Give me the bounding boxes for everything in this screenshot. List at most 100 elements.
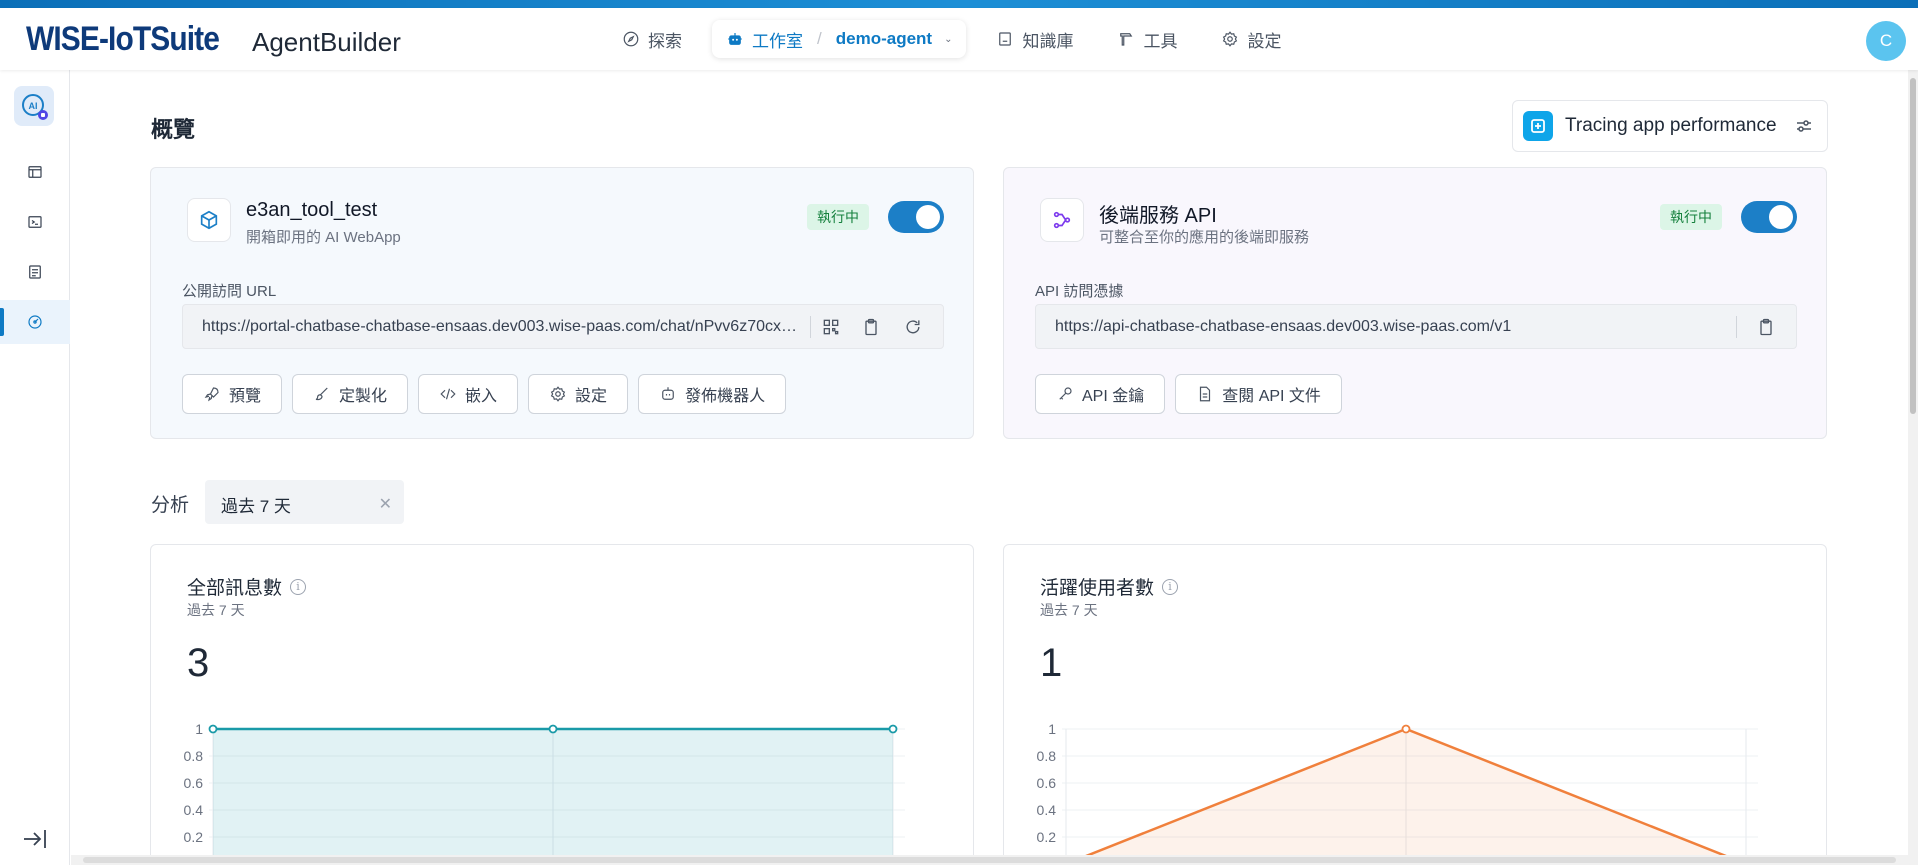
left-sidebar: AI xyxy=(0,70,70,865)
api-url-value[interactable]: https://api-chatbase-chatbase-ensaas.dev… xyxy=(1055,318,1715,336)
document-list-icon xyxy=(29,265,41,279)
robot-icon xyxy=(728,33,742,45)
time-range-select[interactable]: 過去 7 天 ✕ xyxy=(205,480,404,524)
chart-title-text: 全部訊息數 xyxy=(187,578,283,599)
chart-title: 全部訊息數 i xyxy=(187,573,307,600)
info-icon[interactable]: i xyxy=(290,578,307,595)
data-point xyxy=(548,724,558,734)
terminal-icon xyxy=(28,216,42,228)
webapp-card: e3an_tool_test 開箱即用的 AI WebApp 執行中 公開訪問 … xyxy=(150,167,974,439)
breadcrumb-separator: / xyxy=(817,29,822,48)
api-key-label: API 金鑰 xyxy=(1082,388,1145,405)
chart-title: 活躍使用者數 i xyxy=(1040,573,1179,600)
api-flow-icon xyxy=(1040,198,1084,242)
agent-app-icon[interactable]: AI xyxy=(14,86,54,126)
clipboard-icon[interactable] xyxy=(1756,317,1776,337)
active-users-chart-card: 活躍使用者數 i 過去 7 天 1 1 0.8 0.6 0.4 0.2 xyxy=(1003,544,1827,855)
nav-tools[interactable]: 工具 xyxy=(1095,20,1199,58)
brush-icon xyxy=(315,387,328,401)
clipboard-icon[interactable] xyxy=(861,317,881,337)
y-tick-label: 0.8 xyxy=(184,748,204,764)
publish-bot-label: 發佈機器人 xyxy=(685,388,766,405)
api-enable-toggle[interactable] xyxy=(1741,201,1797,233)
sidebar-item-logs[interactable] xyxy=(0,250,70,294)
y-tick-label: 0.2 xyxy=(184,829,204,845)
divider xyxy=(1736,316,1737,338)
api-actions: API 金鑰 查閱 API 文件 xyxy=(1035,374,1342,414)
nav-settings[interactable]: 設定 xyxy=(1199,20,1303,58)
analysis-heading: 分析 xyxy=(151,495,190,516)
divider xyxy=(810,316,811,338)
api-url-field[interactable]: https://api-chatbase-chatbase-ensaas.dev… xyxy=(1035,304,1797,349)
tracing-performance-button[interactable]: Tracing app performance xyxy=(1512,100,1828,152)
brand-logo[interactable]: WISE-IoTSuite xyxy=(26,20,220,59)
chevron-down-icon[interactable]: ⌄ xyxy=(944,34,952,45)
api-credential-label: API 訪問憑據 xyxy=(1035,283,1124,300)
svg-text:AI: AI xyxy=(29,101,38,111)
agent-selector[interactable]: demo-agent xyxy=(836,29,932,49)
bot-icon xyxy=(662,387,674,400)
embed-button[interactable]: 嵌入 xyxy=(418,374,519,414)
sidebar-item-orchestrate[interactable] xyxy=(0,150,70,194)
nav-knowledge[interactable]: 知識庫 xyxy=(974,20,1095,58)
sidebar-expand-button[interactable] xyxy=(20,824,50,854)
public-url-value[interactable]: https://portal-chatbase-chatbase-ensaas.… xyxy=(202,318,802,336)
chart-subtitle: 過去 7 天 xyxy=(1040,602,1098,618)
info-icon[interactable]: i xyxy=(1162,578,1179,595)
expand-right-icon xyxy=(24,830,46,848)
gear-icon xyxy=(550,386,566,402)
data-point xyxy=(1401,724,1411,734)
chart-title-text: 活躍使用者數 xyxy=(1040,578,1155,599)
api-service-subtitle: 可整合至你的應用的後端即服務 xyxy=(1099,229,1310,246)
top-header: WISE-IoTSuite AgentBuilder 探索 工作室 / demo… xyxy=(0,8,1918,70)
tracing-app-icon xyxy=(1523,111,1553,141)
embed-label: 嵌入 xyxy=(465,388,498,405)
webapp-name: e3an_tool_test xyxy=(246,199,378,221)
scrollbar-thumb[interactable] xyxy=(1910,78,1916,414)
data-point xyxy=(888,724,898,734)
sliders-icon[interactable] xyxy=(1795,117,1813,135)
scrollbar-thumb[interactable] xyxy=(83,857,1896,863)
y-tick-label: 1 xyxy=(195,721,203,737)
api-key-button[interactable]: API 金鑰 xyxy=(1035,374,1166,414)
key-icon xyxy=(1059,387,1072,400)
chart-total: 3 xyxy=(187,641,210,685)
user-avatar[interactable]: C xyxy=(1866,21,1906,61)
qr-code-icon[interactable] xyxy=(821,317,841,337)
customize-button[interactable]: 定製化 xyxy=(292,374,409,414)
public-url-field[interactable]: https://portal-chatbase-chatbase-ensaas.… xyxy=(182,304,944,349)
main-nav: 探索 工作室 / demo-agent ⌄ 知識庫 工具 設定 xyxy=(600,20,1303,58)
api-docs-button[interactable]: 查閱 API 文件 xyxy=(1175,374,1342,414)
status-badge: 執行中 xyxy=(807,204,869,230)
y-tick-label: 1 xyxy=(1048,721,1056,737)
nav-settings-label: 設定 xyxy=(1247,31,1282,51)
y-tick-label: 0.4 xyxy=(1037,802,1057,818)
horizontal-scrollbar[interactable] xyxy=(71,855,1908,865)
status-badge: 執行中 xyxy=(1660,204,1722,230)
tracing-label: Tracing app performance xyxy=(1565,115,1777,136)
layout-icon xyxy=(28,166,42,178)
sidebar-item-overview[interactable] xyxy=(0,300,70,344)
page-title: 概覽 xyxy=(151,117,196,142)
code-icon xyxy=(440,388,456,400)
y-tick-label: 0.6 xyxy=(184,775,204,791)
nav-tools-label: 工具 xyxy=(1143,31,1178,51)
vertical-scrollbar[interactable] xyxy=(1908,70,1918,865)
chart-total: 1 xyxy=(1040,641,1063,685)
nav-studio[interactable]: 工作室 / demo-agent ⌄ xyxy=(712,20,967,58)
y-tick-label: 0.2 xyxy=(1037,829,1057,845)
close-icon[interactable]: ✕ xyxy=(379,494,392,514)
hammer-icon xyxy=(1120,33,1133,46)
refresh-icon[interactable] xyxy=(903,317,923,337)
nav-explore[interactable]: 探索 xyxy=(600,20,704,58)
sidebar-item-api[interactable] xyxy=(0,200,70,244)
book-icon xyxy=(999,32,1012,46)
webapp-actions: 預覽 定製化 嵌入 設定 發佈機器人 xyxy=(182,374,787,414)
nav-explore-label: 探索 xyxy=(648,31,682,51)
y-tick-label: 0.8 xyxy=(1037,748,1057,764)
publish-bot-button[interactable]: 發佈機器人 xyxy=(638,374,787,414)
rocket-icon xyxy=(204,387,219,402)
preview-button[interactable]: 預覽 xyxy=(182,374,283,414)
webapp-enable-toggle[interactable] xyxy=(888,201,944,233)
settings-button[interactable]: 設定 xyxy=(528,374,629,414)
